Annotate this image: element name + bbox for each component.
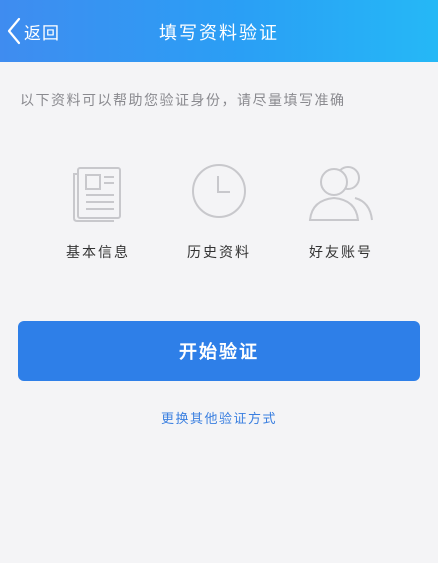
document-icon bbox=[38, 160, 158, 228]
option-label: 历史资料 bbox=[187, 245, 251, 261]
option-label: 好友账号 bbox=[309, 245, 373, 261]
start-verification-button[interactable]: 开始验证 bbox=[18, 321, 420, 381]
friends-icon bbox=[281, 160, 401, 228]
option-basic-info[interactable]: 基本信息 bbox=[38, 160, 158, 262]
option-history[interactable]: 历史资料 bbox=[159, 160, 279, 262]
option-label: 基本信息 bbox=[66, 245, 130, 261]
clock-icon bbox=[159, 160, 279, 228]
verification-page: 返回 填写资料验证 以下资料可以帮助您验证身份，请尽量填写准确 基本信息 历史资… bbox=[0, 0, 438, 563]
page-title: 填写资料验证 bbox=[159, 23, 279, 44]
change-verification-method-link[interactable]: 更换其他验证方式 bbox=[0, 408, 438, 427]
verification-options: 基本信息 历史资料 好友账号 bbox=[0, 160, 438, 270]
option-friends[interactable]: 好友账号 bbox=[281, 160, 401, 262]
description-text: 以下资料可以帮助您验证身份，请尽量填写准确 bbox=[20, 93, 346, 109]
header-bar: 返回 填写资料验证 bbox=[0, 0, 438, 62]
